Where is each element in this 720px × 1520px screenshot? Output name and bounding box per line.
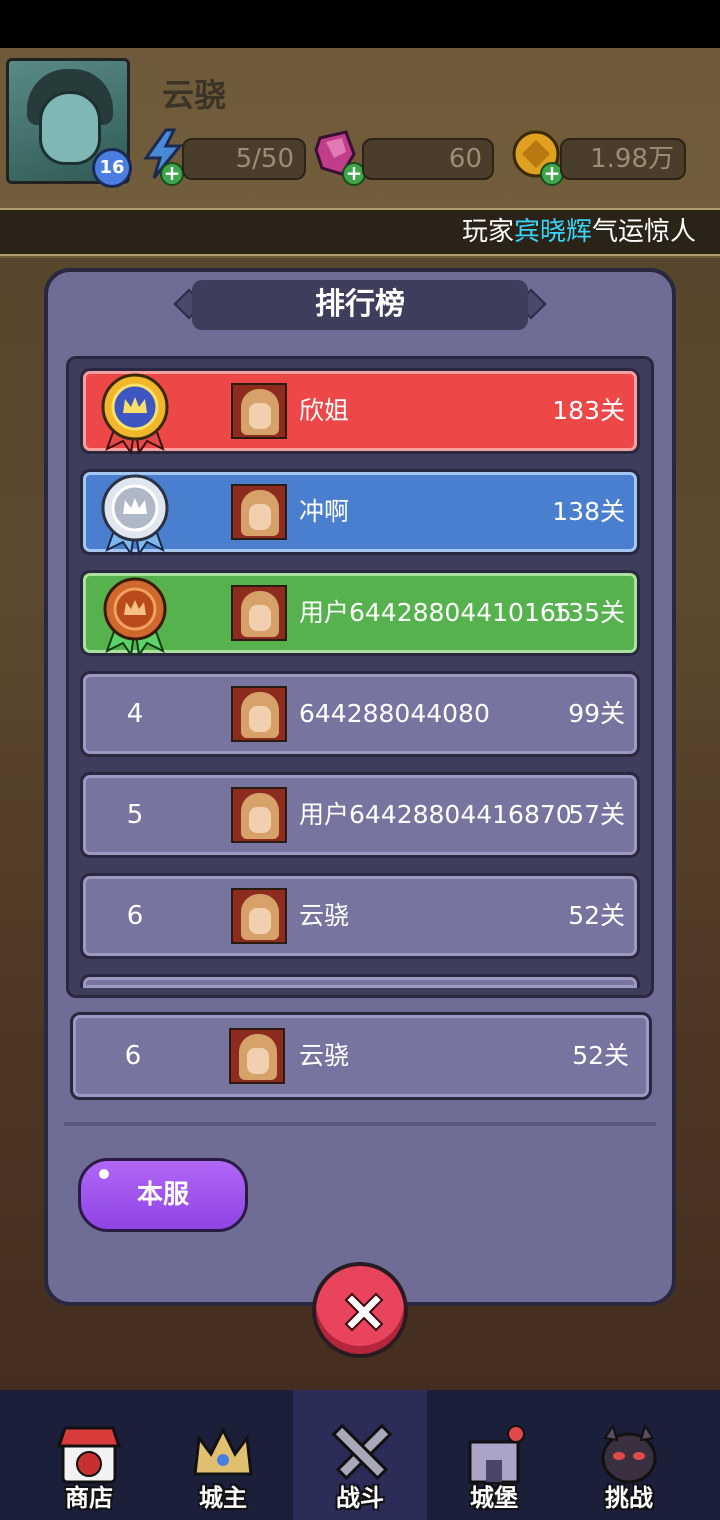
row-avatar	[231, 787, 287, 843]
row-player-name: 644288044080	[299, 699, 490, 728]
gold-value: 1.98万	[560, 138, 686, 180]
nav-lord[interactable]: 城主	[156, 1390, 290, 1520]
my-rank-row: 6 云骁 52关	[70, 1012, 652, 1100]
nav-shop-label: 商店	[65, 1484, 113, 1512]
row-score: 52关	[568, 901, 625, 930]
nav-castle-label: 城堡	[470, 1484, 518, 1512]
gems-value: 60	[362, 138, 494, 180]
row-score: 183关	[552, 396, 625, 425]
avatar-face	[39, 91, 101, 165]
row-rank: 4	[126, 699, 144, 729]
row-rank: 6	[126, 901, 144, 931]
leaderboard-row-4[interactable]: 4 644288044080 99关	[80, 671, 640, 757]
row-player-name: 云骁	[299, 901, 350, 930]
my-rank-number: 6	[124, 1041, 142, 1071]
silver-medal-icon	[101, 474, 169, 556]
row-score: 99关	[568, 699, 625, 728]
leaderboard-row-6[interactable]: 6 云骁 52关	[80, 873, 640, 959]
nav-challenge-label: 挑战	[605, 1484, 653, 1512]
my-score: 52关	[572, 1041, 629, 1070]
row-player-name: 冲啊	[299, 497, 350, 526]
row-score: 138关	[552, 497, 625, 526]
panel-divider	[64, 1122, 656, 1126]
marquee-prefix: 玩家	[461, 217, 514, 247]
nav-battle-label: 战斗	[336, 1484, 384, 1512]
broadcast-marquee: 玩家宾晓辉气运惊人	[0, 208, 720, 256]
leaderboard-row-partial	[80, 974, 640, 988]
row-avatar	[231, 888, 287, 944]
gold-medal-icon	[101, 373, 169, 455]
leaderboard-row-2[interactable]: 冲啊 138关	[80, 469, 640, 556]
row-score: 57关	[568, 800, 625, 829]
add-energy-button[interactable]: +	[160, 162, 184, 186]
row-avatar	[231, 383, 287, 439]
my-avatar	[229, 1028, 285, 1084]
row-player-name: 用户64428804416870	[299, 800, 572, 829]
crossed-swords-icon	[331, 1424, 393, 1481]
row-score: 135关	[552, 598, 625, 627]
shop-icon	[56, 1426, 122, 1484]
demon-mask-icon	[601, 1424, 657, 1484]
row-player-name: 欣姐	[299, 396, 350, 425]
player-name: 云骁	[162, 76, 227, 114]
bronze-medal-icon	[103, 577, 167, 657]
leaderboard-row-1[interactable]: 欣姐 183关	[80, 368, 640, 455]
leaderboard-row-3[interactable]: 用户64428804410165 135关	[80, 570, 640, 657]
row-avatar	[231, 484, 287, 540]
leaderboard-title: 排行榜	[192, 280, 528, 330]
marquee-player-name: 宾晓辉	[513, 217, 592, 247]
server-tab-button[interactable]: 本服	[78, 1158, 248, 1232]
leaderboard-row-5[interactable]: 5 用户64428804416870 57关	[80, 772, 640, 858]
nav-castle[interactable]: 城堡	[427, 1390, 561, 1520]
row-player-name: 用户64428804410165	[299, 598, 572, 627]
nav-battle[interactable]: 战斗	[293, 1390, 427, 1520]
row-avatar	[231, 585, 287, 641]
close-button[interactable]	[312, 1262, 408, 1358]
nav-lord-label: 城主	[199, 1484, 247, 1512]
marquee-suffix: 气运惊人	[591, 217, 696, 247]
energy-value: 5/50	[182, 138, 306, 180]
castle-icon	[468, 1425, 525, 1484]
close-x-icon	[344, 1292, 384, 1332]
row-rank: 5	[126, 800, 144, 830]
crown-icon	[193, 1426, 253, 1476]
nav-shop[interactable]: 商店	[22, 1390, 156, 1520]
player-level-badge: 16	[92, 148, 132, 188]
my-name: 云骁	[299, 1041, 350, 1070]
row-avatar	[231, 686, 287, 742]
nav-challenge[interactable]: 挑战	[562, 1390, 696, 1520]
